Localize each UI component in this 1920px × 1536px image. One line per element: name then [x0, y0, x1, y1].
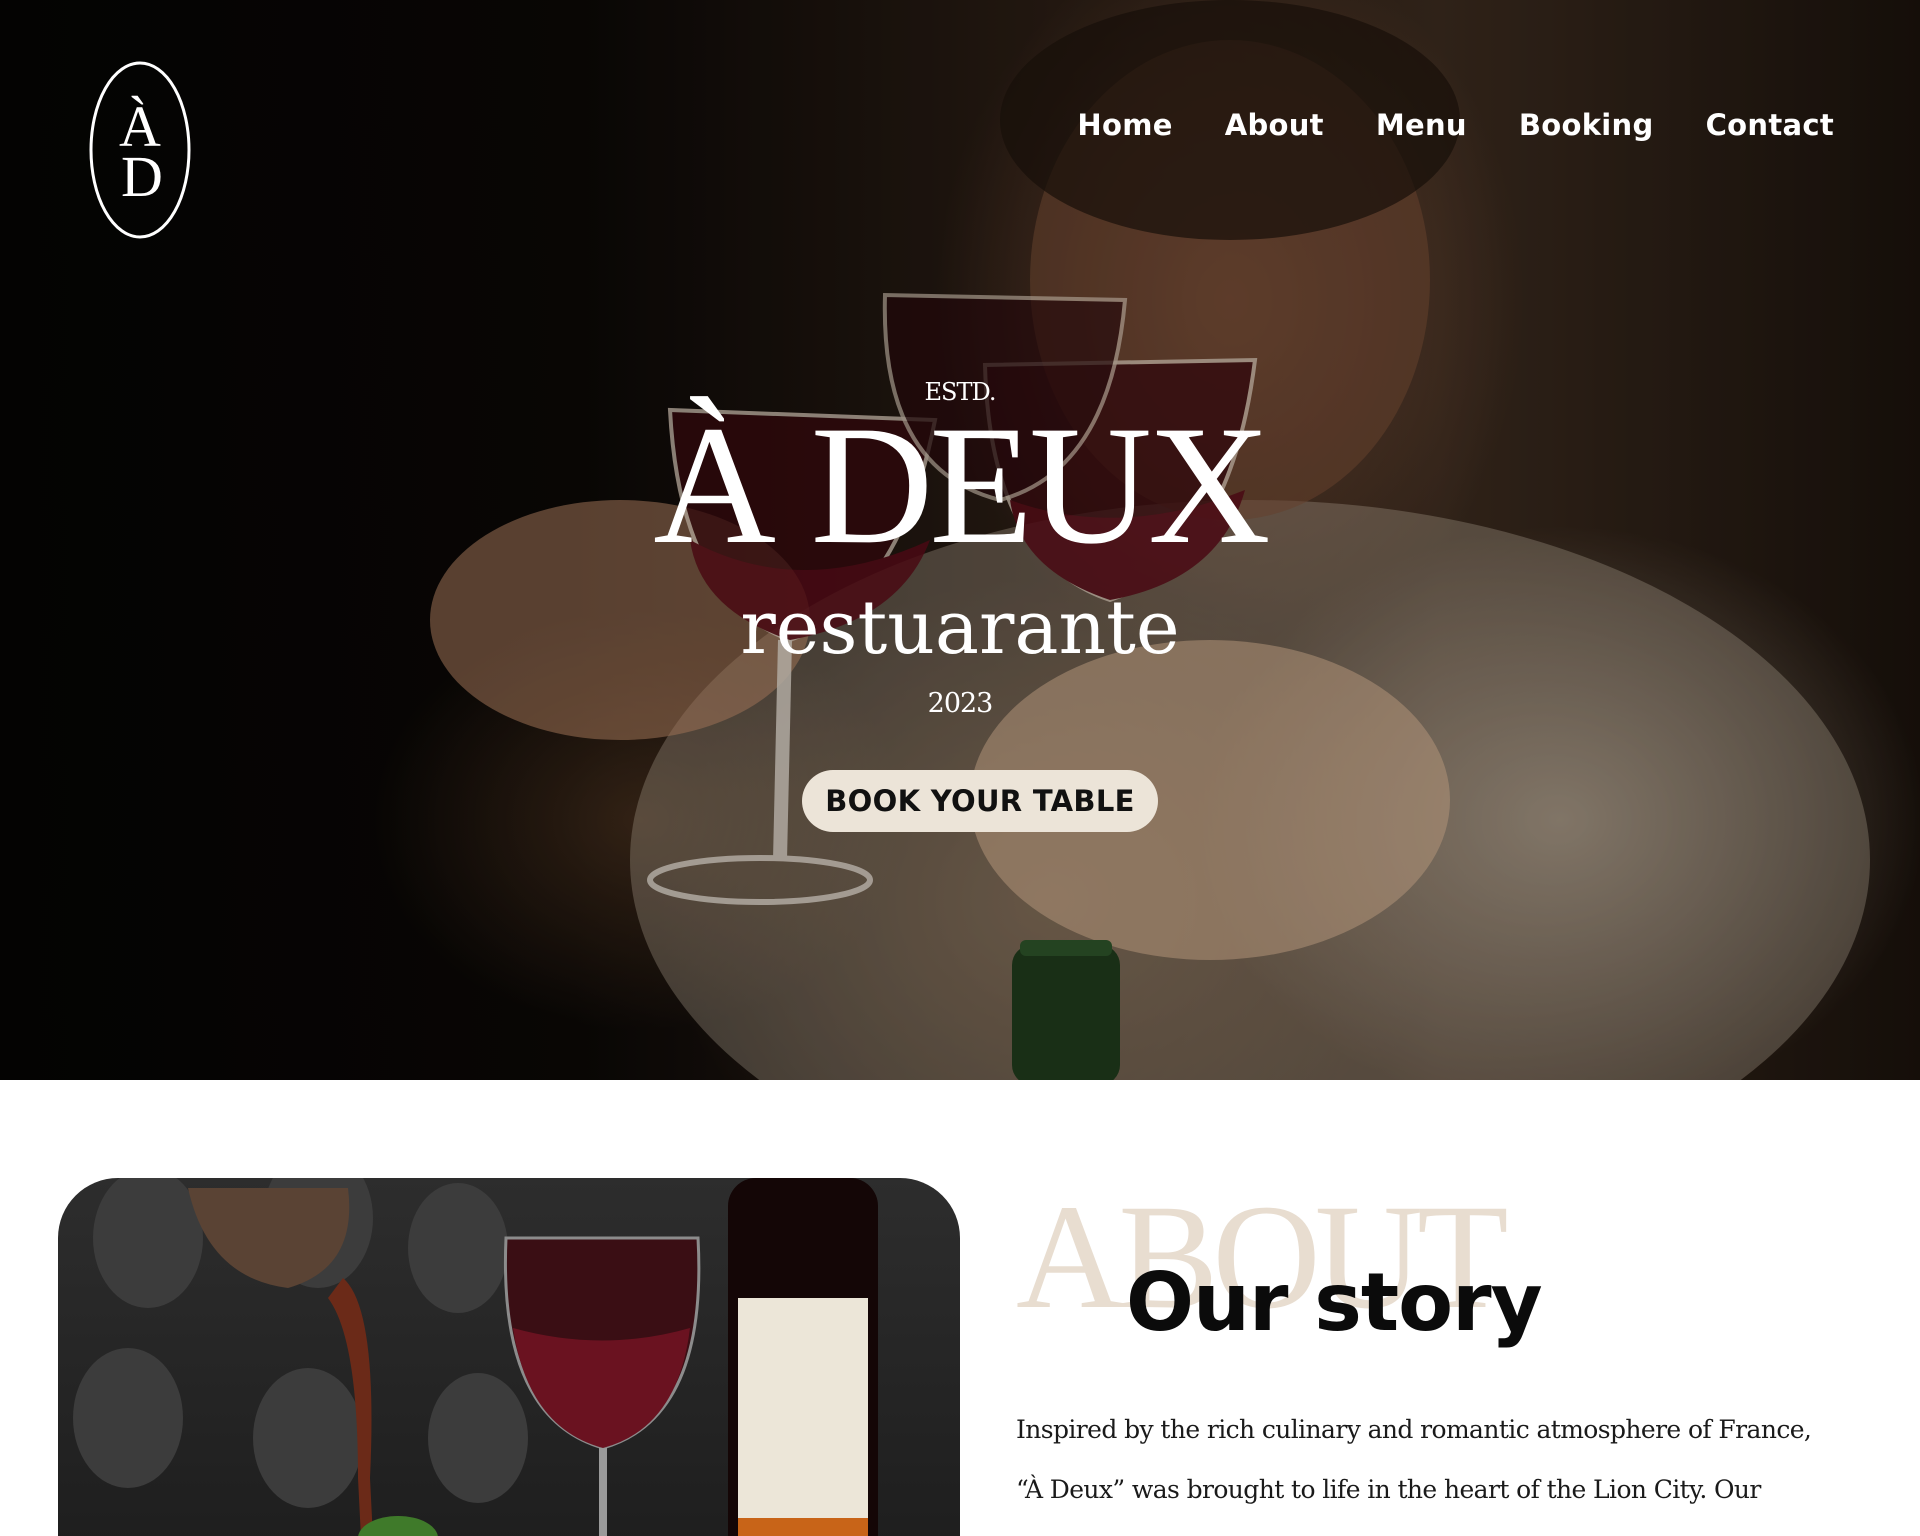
- nav-item-menu[interactable]: Menu: [1376, 108, 1467, 142]
- about-body-text: Inspired by the rich culinary and romant…: [1016, 1400, 1836, 1520]
- nav-item-about[interactable]: About: [1225, 108, 1324, 142]
- nav-item-home[interactable]: Home: [1077, 108, 1172, 142]
- about-food-wine-photo: [58, 1178, 960, 1536]
- about-body-line: “À Deux” was brought to life in the hear…: [1016, 1475, 1761, 1504]
- logo-badge[interactable]: À D: [88, 60, 192, 240]
- hero-year-label: 2023: [927, 688, 994, 719]
- book-your-table-button[interactable]: BOOK YOUR TABLE: [802, 770, 1158, 832]
- hero-brand-title: À DEUX: [653, 391, 1270, 579]
- main-nav: Home About Menu Booking Contact: [1025, 108, 1834, 142]
- nav-item-contact[interactable]: Contact: [1706, 108, 1834, 142]
- nav-item-booking[interactable]: Booking: [1519, 108, 1654, 142]
- hero-brand-subtitle: restuarante: [740, 585, 1180, 671]
- svg-text:D: D: [121, 144, 163, 209]
- about-photo-illustration: [73, 1178, 878, 1536]
- hero-section: À D Home About Menu Booking Contact ESTD…: [0, 0, 1920, 1080]
- about-heading: Our story: [1126, 1256, 1543, 1349]
- about-body-line: Inspired by the rich culinary and romant…: [1016, 1415, 1812, 1444]
